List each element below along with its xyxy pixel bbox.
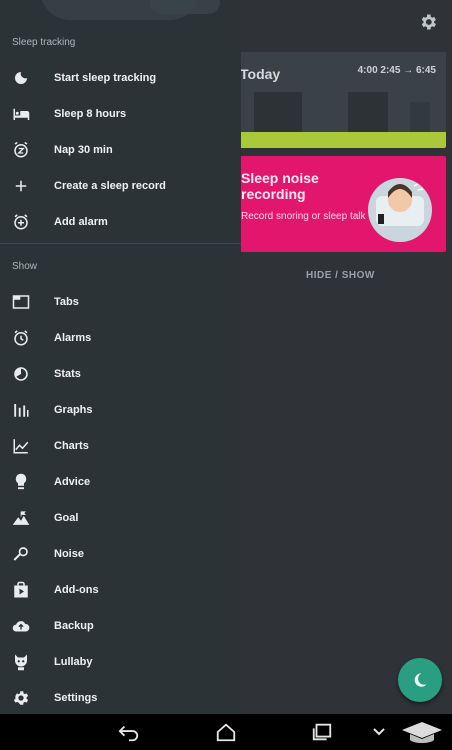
moon-icon bbox=[12, 69, 30, 87]
today-times: 4:00 2:45 → 6:45 bbox=[357, 65, 436, 76]
lightbulb-icon bbox=[12, 473, 30, 491]
recent-apps-icon[interactable] bbox=[311, 722, 333, 742]
noise-recording-card[interactable]: Sleep noise recording Record snoring or … bbox=[240, 156, 446, 252]
hide-show-toggle[interactable]: HIDE / SHOW bbox=[306, 270, 375, 281]
menu-item-label: Create a sleep record bbox=[54, 180, 166, 192]
menu-item-label: Lullaby bbox=[54, 656, 93, 668]
system-nav-bar bbox=[0, 714, 452, 750]
gear-icon bbox=[12, 689, 30, 707]
menu-item-graphs[interactable]: Graphs bbox=[0, 392, 241, 428]
menu-item-label: Nap 30 min bbox=[54, 144, 113, 156]
menu-item-lullaby[interactable]: Lullaby bbox=[0, 644, 241, 680]
menu-item-label: Start sleep tracking bbox=[54, 72, 157, 84]
drawer-divider bbox=[0, 243, 241, 244]
menu-item-goal[interactable]: Goal bbox=[0, 500, 241, 536]
plus-icon bbox=[12, 177, 30, 195]
menu-item-label: Sleep 8 hours bbox=[54, 108, 127, 120]
section-label-show: Show bbox=[12, 261, 38, 272]
menu-item-tabs[interactable]: Tabs bbox=[0, 284, 241, 320]
menu-item-label: Tabs bbox=[54, 296, 79, 308]
menu-item-label: Advice bbox=[54, 476, 91, 488]
cloud-upload-icon bbox=[12, 617, 30, 635]
navigation-drawer: Sleep tracking Start sleep tracking Slee… bbox=[0, 0, 241, 714]
sleep-fab-button[interactable] bbox=[398, 658, 442, 702]
watermark-logo bbox=[402, 722, 442, 743]
menu-item-alarms[interactable]: Alarms bbox=[0, 320, 241, 356]
menu-item-stats[interactable]: Stats bbox=[0, 356, 241, 392]
bar-graph-icon bbox=[12, 401, 30, 419]
menu-item-backup[interactable]: Backup bbox=[0, 608, 241, 644]
section-label-sleep-tracking: Sleep tracking bbox=[12, 37, 76, 48]
menu-item-add-alarm[interactable]: Add alarm bbox=[0, 204, 241, 240]
moon-icon bbox=[414, 673, 427, 687]
menu-item-sleep-8-hours[interactable]: Sleep 8 hours bbox=[0, 96, 241, 132]
menu-item-label: Charts bbox=[54, 440, 89, 452]
menu-item-add-ons[interactable]: Add-ons bbox=[0, 572, 241, 608]
menu-item-noise[interactable]: Noise bbox=[0, 536, 241, 572]
today-card[interactable]: Today 4:00 2:45 → 6:45 bbox=[240, 52, 446, 148]
today-title: Today bbox=[240, 66, 281, 82]
menu-item-label: Stats bbox=[54, 368, 81, 380]
tabs-icon bbox=[12, 293, 30, 311]
noise-card-subtitle: Record snoring or sleep talk bbox=[241, 211, 366, 222]
menu-item-label: Goal bbox=[54, 512, 79, 524]
collapse-icon[interactable] bbox=[372, 722, 386, 742]
microphone-icon bbox=[12, 545, 30, 563]
mountain-flag-icon bbox=[12, 509, 30, 527]
menu-item-label: Backup bbox=[54, 620, 94, 632]
menu-item-charts[interactable]: Charts bbox=[0, 428, 241, 464]
sleep-graph bbox=[254, 92, 430, 132]
home-icon[interactable] bbox=[215, 722, 237, 742]
stats-pie-icon bbox=[12, 365, 30, 383]
menu-item-label: Add alarm bbox=[54, 216, 108, 228]
alarm-clock-icon bbox=[12, 329, 30, 347]
bed-icon bbox=[12, 105, 30, 123]
menu-item-start-sleep-tracking[interactable]: Start sleep tracking bbox=[0, 60, 241, 96]
menu-item-label: Alarms bbox=[54, 332, 92, 344]
snooze-icon bbox=[12, 141, 30, 159]
add-alarm-icon bbox=[12, 213, 30, 231]
menu-item-create-sleep-record[interactable]: Create a sleep record bbox=[0, 168, 241, 204]
menu-item-label: Noise bbox=[54, 548, 84, 560]
line-chart-icon bbox=[12, 437, 30, 455]
noise-card-title: Sleep noise recording bbox=[241, 170, 319, 202]
shop-bag-icon bbox=[12, 581, 30, 599]
sleeping-woman-illustration bbox=[368, 178, 432, 242]
menu-item-settings[interactable]: Settings bbox=[0, 680, 241, 716]
drawer-header-decoration bbox=[150, 0, 220, 14]
menu-item-advice[interactable]: Advice bbox=[0, 464, 241, 500]
sleep-graph-strip bbox=[240, 132, 446, 148]
menu-item-label: Graphs bbox=[54, 404, 93, 416]
app-screen: Today 4:00 2:45 → 6:45 Sleep noise recor… bbox=[0, 0, 452, 750]
menu-item-label: Add-ons bbox=[54, 584, 99, 596]
menu-item-nap-30-min[interactable]: Nap 30 min bbox=[0, 132, 241, 168]
menu-item-label: Settings bbox=[54, 692, 98, 704]
settings-gear-icon[interactable] bbox=[418, 12, 438, 32]
back-icon[interactable] bbox=[118, 722, 140, 742]
lullaby-icon bbox=[12, 653, 30, 671]
